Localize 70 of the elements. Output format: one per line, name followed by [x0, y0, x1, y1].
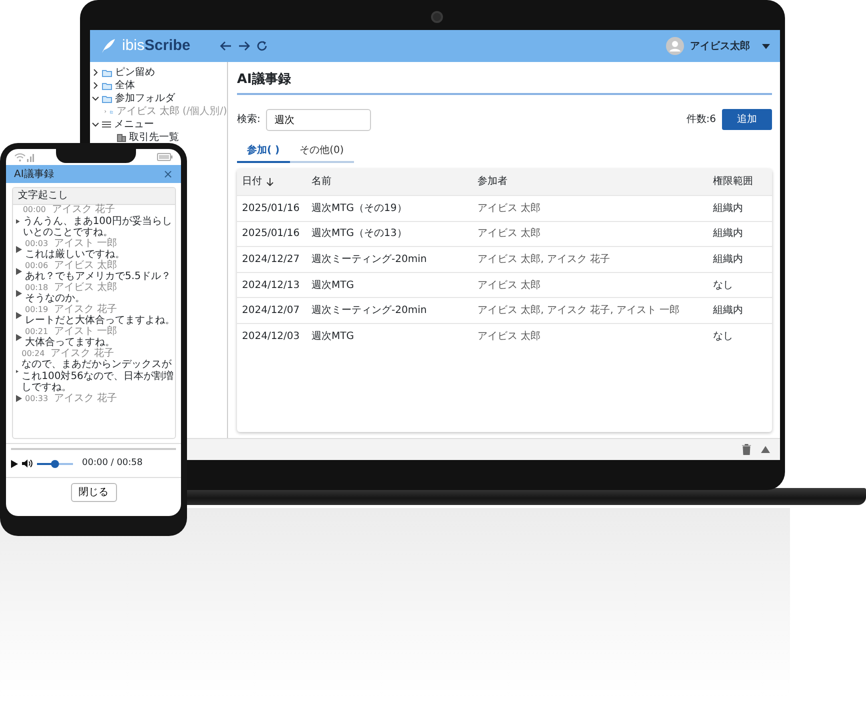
table-cell: 週次MTG（その19） [306, 196, 472, 222]
tab[interactable]: その他(0) [290, 138, 354, 162]
tree-item-label[interactable]: メニュー [114, 117, 154, 132]
table-cell: 週次MTG（その13） [306, 221, 472, 247]
table-cell: 週次MTG [306, 323, 472, 350]
table-cell: 組織内 [708, 221, 772, 247]
tab[interactable]: 参加( ) [237, 138, 290, 162]
tree-item-label[interactable]: 参加フォルダ [115, 91, 175, 106]
column-header[interactable]: 参加者 [477, 176, 508, 188]
record-count: 件数:6 [686, 113, 716, 127]
table-cell: 組織内 [708, 246, 772, 272]
column-header[interactable]: 日付 [242, 176, 262, 188]
table-cell: アイビス 太郎 [472, 272, 708, 298]
add-button[interactable]: 追加 [722, 109, 772, 130]
speaker-name: アイスト 一郎 [54, 326, 118, 336]
table-cell: 2025/01/16 [237, 196, 307, 222]
timestamp: 00:18 [25, 282, 48, 292]
table-cell: なし [708, 323, 772, 350]
search-label: 検索: [237, 112, 260, 127]
table-cell: 2025/01/16 [237, 221, 307, 247]
speaker-name: アイビス 太郎 [54, 282, 118, 292]
timestamp: 00:21 [25, 326, 48, 336]
playback-time: 00:00 / 00:58 [82, 457, 143, 470]
table-cell: 2024/12/07 [237, 298, 307, 324]
table-cell: 2024/12/03 [237, 323, 307, 350]
transcript-text: そうなのか。 [25, 293, 86, 304]
tree-item-label[interactable]: アイビス 太郎 [116, 104, 180, 119]
speaker-name: アイスク 花子 [50, 348, 114, 358]
transcript-text: 大体合ってますね。 [25, 337, 116, 348]
transcript-text: これは厳しいですね。 [25, 249, 125, 260]
column-header[interactable]: 名前 [312, 176, 332, 188]
card-header: 文字起こし [13, 188, 175, 205]
table-cell: アイビス 太郎, アイスク 花子 [472, 246, 708, 272]
table-cell: アイビス 太郎, アイスク 花子, アイスト 一郎 [472, 298, 708, 324]
transcript-text: あれ？でもアメリカで5.5ドル？ [25, 271, 171, 282]
close-button[interactable]: 閉じる [70, 482, 116, 502]
timestamp: 00:19 [25, 304, 48, 314]
transcript-text: レートだと大体合ってますよね。 [25, 315, 175, 326]
timestamp: 00:24 [22, 348, 45, 358]
table-cell: 2024/12/27 [237, 246, 307, 272]
table-cell: アイビス 太郎 [472, 196, 708, 222]
transcript-text: なので、まあだからンデックスがこれ100対56なので、日本が割増しですね。 [22, 359, 174, 393]
speaker-name: アイスク 花子 [54, 304, 118, 314]
dialog-title: AI議事録 [14, 168, 54, 182]
search-field[interactable]: 週次 [266, 108, 372, 130]
speaker-name: アイビス 太郎 [54, 260, 118, 270]
tree-item-label[interactable]: ピン留め [115, 65, 155, 80]
timestamp: 00:00 [22, 205, 46, 214]
speaker-name: アイスク 花子 [52, 204, 116, 215]
table-cell: 組織内 [708, 298, 772, 324]
speaker-name: アイスク 花子 [54, 392, 118, 404]
tree-item-label[interactable]: 取引先一覧 [129, 130, 179, 145]
tree-item-label[interactable]: 全体 [115, 78, 135, 93]
table-cell: 週次ミーティング-20min [306, 298, 472, 324]
user-name[interactable]: アイビス太郎 [690, 38, 750, 54]
page-title: AI議事録 [237, 70, 772, 94]
table-cell: なし [708, 272, 772, 298]
table-cell: 組織内 [708, 196, 772, 222]
table-cell: アイビス 太郎 [472, 221, 708, 247]
table-cell: 2024/12/13 [237, 272, 307, 298]
folder-note: (/個人別/) [182, 105, 227, 119]
timestamp: 00:06 [25, 260, 48, 270]
table-cell: 週次MTG [306, 272, 472, 298]
table-cell: アイビス 太郎 [472, 323, 708, 350]
speaker-name: アイスト 一郎 [54, 238, 118, 248]
transcript-text: うんうん、まあ100円が妥当らしいとのことですね。 [22, 216, 173, 238]
table-cell: 週次ミーティング-20min [306, 246, 472, 272]
timestamp: 00:33 [25, 394, 48, 402]
app-logo: ibisScribe [122, 36, 190, 56]
timestamp: 00:03 [25, 238, 48, 248]
